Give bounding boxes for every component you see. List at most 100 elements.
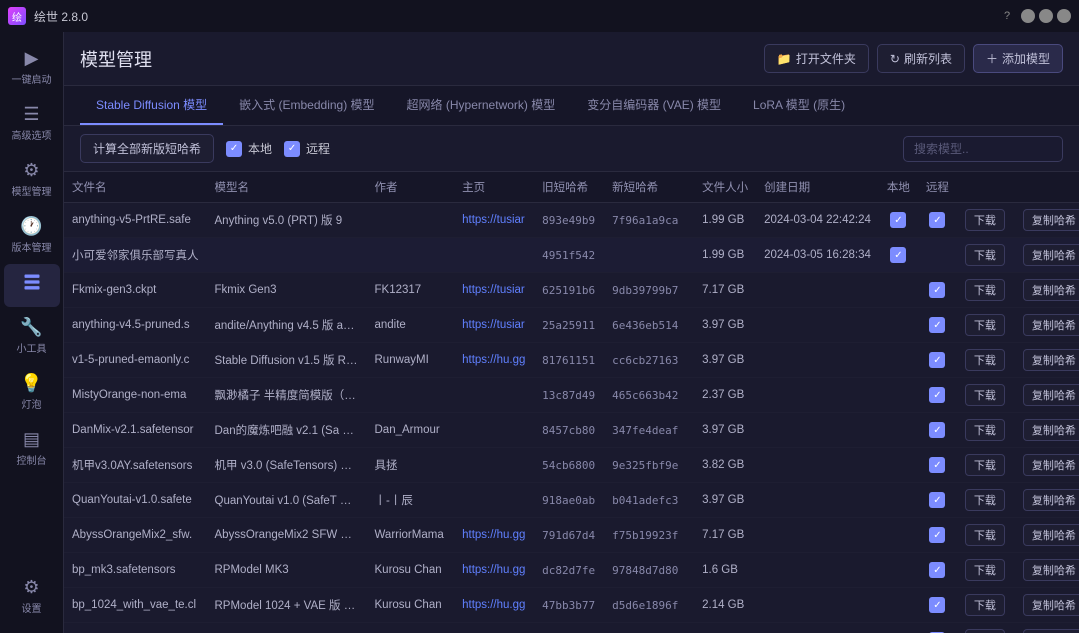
cell-5 xyxy=(604,238,694,273)
tab-hypernetwork[interactable]: 超网络 (Hypernetwork) 模型 xyxy=(391,86,572,125)
cell-local[interactable] xyxy=(879,553,918,588)
copy-hash-button[interactable]: 复制哈希 xyxy=(1023,279,1079,301)
download-button[interactable]: 下载 xyxy=(965,489,1005,511)
download-button[interactable]: 下载 xyxy=(965,594,1005,616)
download-button[interactable]: 下载 xyxy=(965,244,1005,266)
cell-remote[interactable]: ✓ xyxy=(918,378,957,413)
download-button[interactable]: 下载 xyxy=(965,279,1005,301)
cell-remote[interactable]: ✓ xyxy=(918,448,957,483)
download-button[interactable]: 下载 xyxy=(965,454,1005,476)
cell-download: 下载 xyxy=(957,518,1015,553)
close-button[interactable]: ✕ xyxy=(1057,9,1071,23)
copy-hash-button[interactable]: 复制哈希 xyxy=(1023,629,1079,633)
refresh-button[interactable]: ↻ 刷新列表 xyxy=(877,44,965,73)
cell-remote[interactable]: ✓ xyxy=(918,273,957,308)
cell-3[interactable]: https://tusiar xyxy=(454,308,534,343)
cell-remote[interactable]: ✓ xyxy=(918,518,957,553)
cell-local[interactable] xyxy=(879,623,918,633)
cell-local[interactable] xyxy=(879,378,918,413)
cell-3[interactable]: https://hu.gg xyxy=(454,553,534,588)
cell-local[interactable] xyxy=(879,483,918,518)
cell-download: 下载 xyxy=(957,553,1015,588)
cell-1 xyxy=(207,238,367,273)
tab-vae[interactable]: 变分自编码器 (VAE) 模型 xyxy=(571,86,737,125)
sidebar-item-version[interactable]: 🕐 版本管理 xyxy=(4,208,60,262)
cell-local[interactable] xyxy=(879,413,918,448)
cell-0: 机甲v3.0AY.safetensors xyxy=(64,448,207,483)
cell-remote[interactable]: ✓ xyxy=(918,413,957,448)
sidebar-item-router[interactable]: ⚙ 模型管理 xyxy=(4,152,60,206)
sidebar-item-model[interactable] xyxy=(4,264,60,307)
add-model-button[interactable]: ＋ 添加模型 xyxy=(973,44,1063,73)
download-button[interactable]: 下载 xyxy=(965,314,1005,336)
sidebar-item-version-label: 版本管理 xyxy=(12,239,52,254)
calc-hash-button[interactable]: 计算全部新版短哈希 xyxy=(80,134,214,163)
cell-remote[interactable]: ✓ xyxy=(918,308,957,343)
cell-1: Anything v5.0 (PRT) 版 9 xyxy=(207,203,367,238)
copy-hash-button[interactable]: 复制哈希 xyxy=(1023,209,1079,231)
download-button[interactable]: 下载 xyxy=(965,384,1005,406)
local-label: 本地 xyxy=(248,140,272,157)
download-button[interactable]: 下载 xyxy=(965,349,1005,371)
sidebar-item-launch[interactable]: ▶ 一键启动 xyxy=(4,40,60,94)
download-button[interactable]: 下载 xyxy=(965,559,1005,581)
minimize-button[interactable]: — xyxy=(1021,9,1035,23)
sidebar-item-settings[interactable]: ⚙ 设置 xyxy=(4,569,60,623)
open-folder-button[interactable]: 📁 打开文件夹 xyxy=(764,44,869,73)
download-button[interactable]: 下载 xyxy=(965,209,1005,231)
cell-2 xyxy=(367,238,455,273)
help-button[interactable]: ? xyxy=(997,9,1017,23)
local-checkbox[interactable]: ✓ xyxy=(226,141,242,157)
cell-local[interactable]: ✓ xyxy=(879,238,918,273)
cell-local[interactable] xyxy=(879,343,918,378)
copy-hash-button[interactable]: 复制哈希 xyxy=(1023,454,1079,476)
cell-remote[interactable]: ✓ xyxy=(918,203,957,238)
cell-copy: 复制哈希 xyxy=(1015,518,1079,553)
cell-remote[interactable]: ✓ xyxy=(918,553,957,588)
sidebar-item-console[interactable]: ▤ 控制台 xyxy=(4,421,60,475)
cell-copy: 复制哈希 xyxy=(1015,308,1079,343)
cell-remote[interactable]: ✓ xyxy=(918,343,957,378)
copy-hash-button[interactable]: 复制哈希 xyxy=(1023,419,1079,441)
copy-hash-button[interactable]: 复制哈希 xyxy=(1023,244,1079,266)
cell-remote[interactable]: ✓ xyxy=(918,623,957,633)
cell-remote[interactable]: ✓ xyxy=(918,588,957,623)
download-button[interactable]: 下载 xyxy=(965,524,1005,546)
copy-hash-button[interactable]: 复制哈希 xyxy=(1023,594,1079,616)
cell-3[interactable]: https://hu.gg xyxy=(454,588,534,623)
copy-hash-button[interactable]: 复制哈希 xyxy=(1023,524,1079,546)
maximize-button[interactable]: □ xyxy=(1039,9,1053,23)
table-row: MistyOrange-non-ema飘渺橘子 半精度简模版（Akagi Har… xyxy=(64,378,1079,413)
tab-stable-diffusion[interactable]: Stable Diffusion 模型 xyxy=(80,86,223,125)
download-button[interactable]: 下载 xyxy=(965,419,1005,441)
cell-local[interactable]: ✓ xyxy=(879,203,918,238)
download-button[interactable]: 下载 xyxy=(965,629,1005,633)
sidebar-item-tools[interactable]: 🔧 小工具 xyxy=(4,309,60,363)
cell-local[interactable] xyxy=(879,588,918,623)
cell-local[interactable] xyxy=(879,273,918,308)
sidebar-item-light[interactable]: 💡 灯泡 xyxy=(4,365,60,419)
copy-hash-button[interactable]: 复制哈希 xyxy=(1023,314,1079,336)
tab-lora[interactable]: LoRA 模型 (原生) xyxy=(737,86,861,125)
cell-5: 347fe4deaf xyxy=(604,413,694,448)
cell-3[interactable]: https://tusiar xyxy=(454,203,534,238)
copy-hash-button[interactable]: 复制哈希 xyxy=(1023,349,1079,371)
cell-1: Stable Diffusion v1.5 版 RunwayMI xyxy=(207,343,367,378)
cell-remote[interactable] xyxy=(918,238,957,273)
search-input[interactable] xyxy=(903,136,1063,162)
tab-embedding[interactable]: 嵌入式 (Embedding) 模型 xyxy=(223,86,390,125)
col-author: 作者 xyxy=(367,172,455,203)
cell-local[interactable] xyxy=(879,308,918,343)
cell-3[interactable]: https://hu.gg xyxy=(454,343,534,378)
cell-remote[interactable]: ✓ xyxy=(918,483,957,518)
remote-checkbox[interactable]: ✓ xyxy=(284,141,300,157)
copy-hash-button[interactable]: 复制哈希 xyxy=(1023,559,1079,581)
copy-hash-button[interactable]: 复制哈希 xyxy=(1023,489,1079,511)
cell-0: QuanYoutai-v1.0.safete xyxy=(64,483,207,518)
cell-3[interactable]: https://hu.gg xyxy=(454,518,534,553)
cell-local[interactable] xyxy=(879,518,918,553)
sidebar-item-advanced[interactable]: ☰ 高级选项 xyxy=(4,96,60,150)
cell-3[interactable]: https://tusiar xyxy=(454,273,534,308)
cell-local[interactable] xyxy=(879,448,918,483)
copy-hash-button[interactable]: 复制哈希 xyxy=(1023,384,1079,406)
